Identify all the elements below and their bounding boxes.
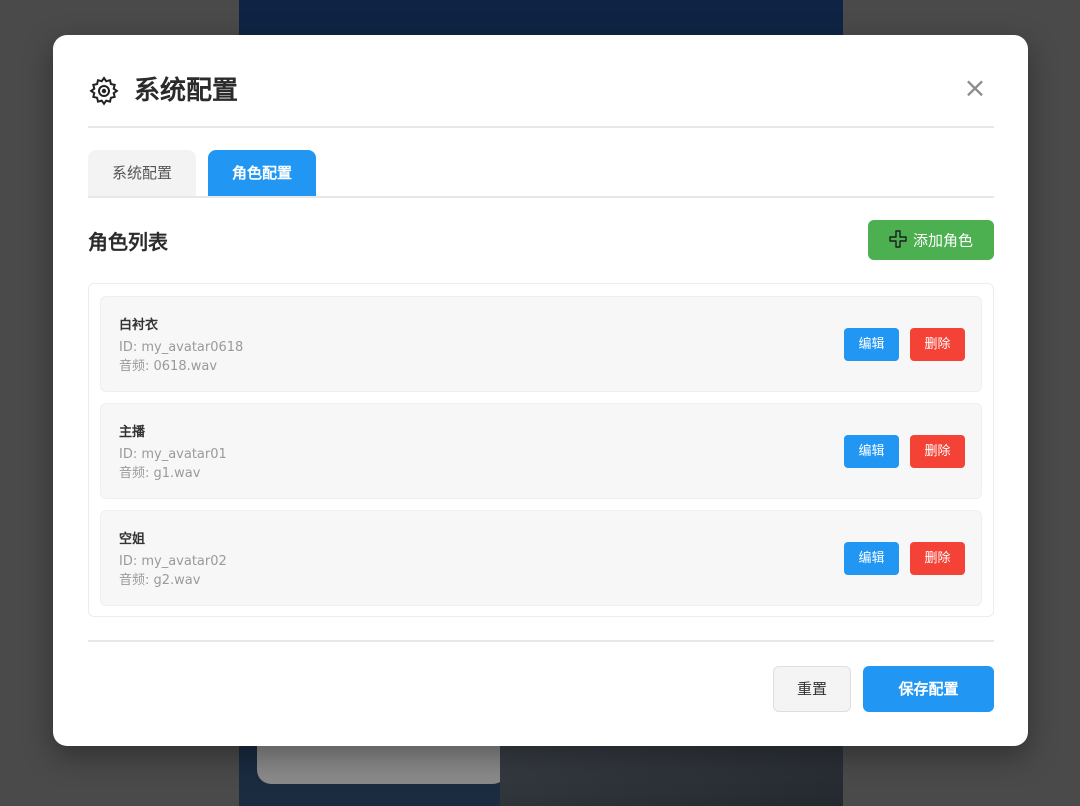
- modal-header: 系统配置 ×: [88, 35, 994, 128]
- role-list: 白衬衣 ID: my_avatar0618 音频: 0618.wav 编辑 删除…: [88, 283, 994, 617]
- role-list-title: 角色列表: [88, 230, 168, 254]
- edit-button[interactable]: 编辑: [844, 435, 899, 468]
- add-role-button[interactable]: 添加角色: [868, 220, 994, 260]
- role-name: 空姐: [119, 532, 146, 547]
- gear-icon: [89, 76, 119, 106]
- role-name: 主播: [119, 425, 146, 440]
- list-item: 白衬衣 ID: my_avatar0618 音频: 0618.wav 编辑 删除: [100, 296, 982, 392]
- role-name: 白衬衣: [119, 318, 159, 333]
- system-config-modal: 系统配置 × 系统配置 角色配置 角色列表 添加角色 白衬衣 ID: my_av…: [53, 35, 1028, 746]
- delete-button[interactable]: 删除: [910, 435, 965, 468]
- role-audio: 音频: g2.wav: [119, 573, 201, 588]
- role-id: ID: my_avatar0618: [119, 340, 244, 355]
- role-id: ID: my_avatar02: [119, 554, 227, 569]
- delete-button[interactable]: 删除: [910, 328, 965, 361]
- modal-title: 系统配置: [134, 76, 239, 106]
- add-role-label: 添加角色: [912, 231, 973, 250]
- tab-system-config[interactable]: 系统配置: [88, 150, 196, 196]
- save-config-button[interactable]: 保存配置: [863, 666, 994, 712]
- close-icon: ×: [963, 71, 987, 104]
- role-id: ID: my_avatar01: [119, 447, 227, 462]
- list-item: 空姐 ID: my_avatar02 音频: g2.wav 编辑 删除: [100, 510, 982, 606]
- plus-icon: [889, 230, 907, 248]
- edit-button[interactable]: 编辑: [844, 542, 899, 575]
- delete-button[interactable]: 删除: [910, 542, 965, 575]
- list-item: 主播 ID: my_avatar01 音频: g1.wav 编辑 删除: [100, 403, 982, 499]
- edit-button[interactable]: 编辑: [844, 328, 899, 361]
- footer-divider: [88, 640, 994, 642]
- role-audio: 音频: g1.wav: [119, 466, 201, 481]
- reset-button[interactable]: 重置: [773, 666, 851, 712]
- tab-bar: 系统配置 角色配置: [88, 150, 994, 198]
- role-audio: 音频: 0618.wav: [119, 359, 218, 374]
- tab-role-config[interactable]: 角色配置: [208, 150, 316, 196]
- close-button[interactable]: ×: [962, 74, 988, 102]
